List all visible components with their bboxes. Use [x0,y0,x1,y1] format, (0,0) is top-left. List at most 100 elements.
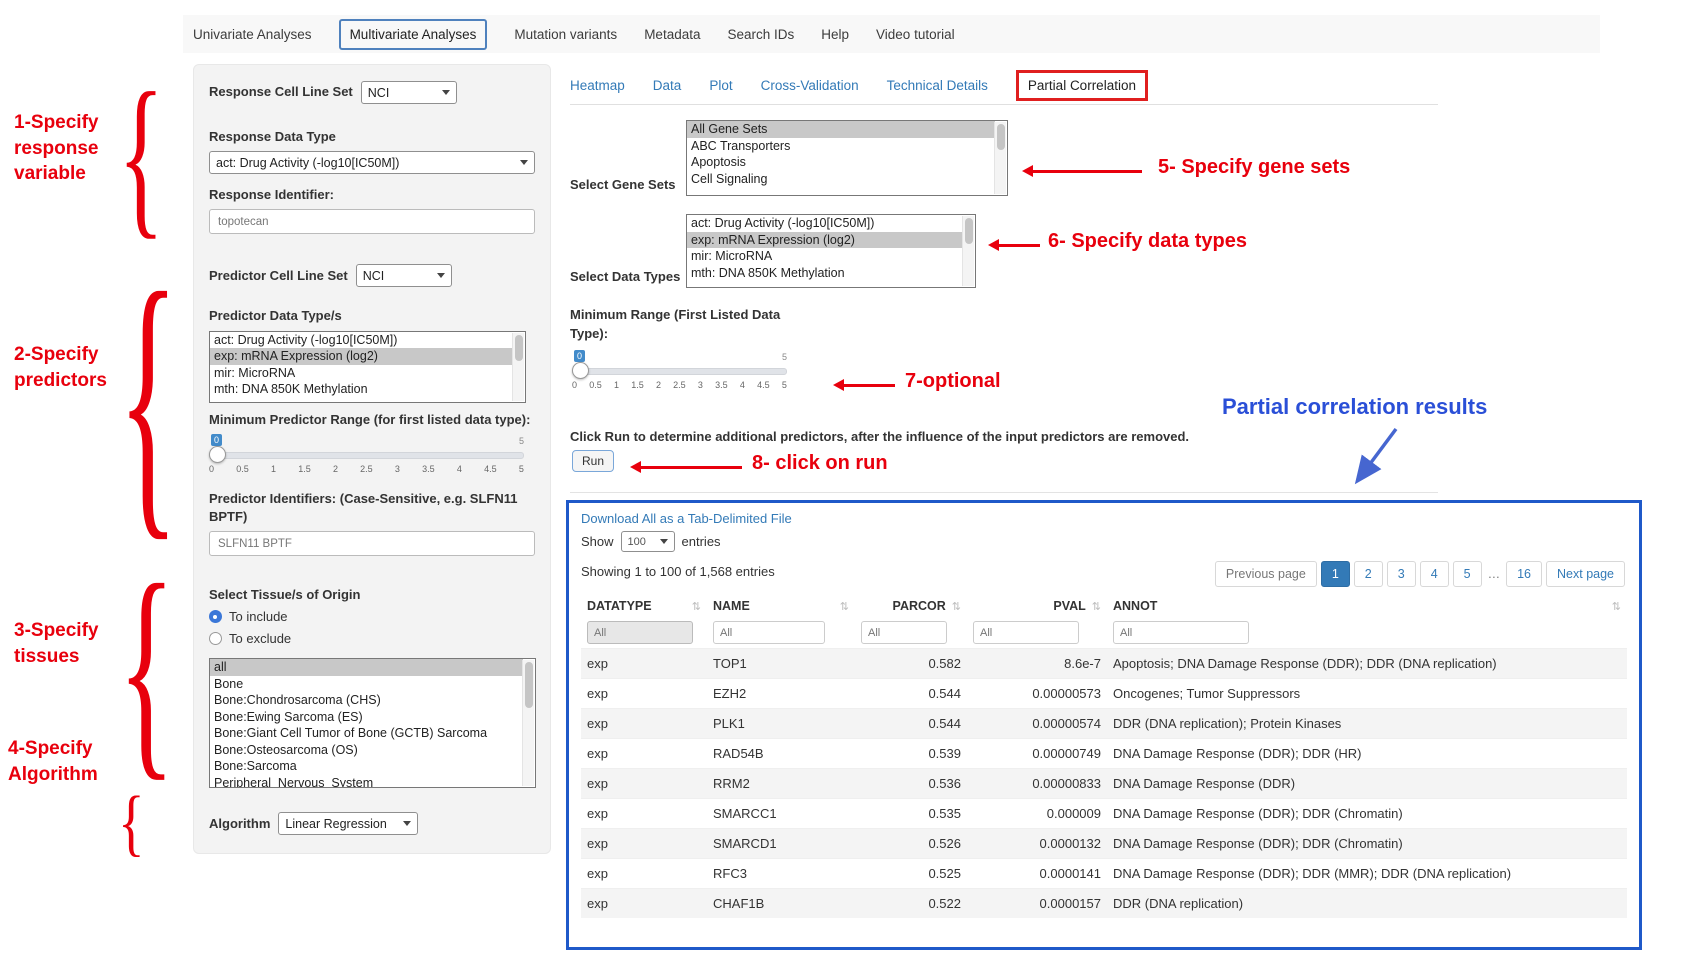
slider-handle[interactable] [572,362,589,379]
pagination-page-1[interactable]: 1 [1321,561,1350,587]
filter-pval-input[interactable] [973,621,1079,644]
analysis-settings-panel: Response Cell Line Set NCI Response Data… [193,64,551,854]
column-header-name[interactable]: NAME⇅ [707,595,855,617]
scrollbar-thumb[interactable] [965,218,973,244]
list-option-selected[interactable]: exp: mRNA Expression (log2) [210,348,513,365]
scrollbar[interactable] [962,216,974,286]
min-range-slider[interactable]: 0 5 0 0.5 1 1.5 2 2.5 3 3.5 4 4.5 5 [572,350,787,396]
predictor-identifiers-input[interactable] [209,531,535,556]
list-option[interactable]: Bone:Sarcoma [210,758,523,775]
tab-partial-correlation[interactable]: Partial Correlation [1016,70,1148,101]
annotation-results-arrow [1338,426,1408,492]
gene-sets-label: Select Gene Sets [570,176,676,195]
cell-datatype: exp [581,829,707,859]
filter-datatype-input[interactable] [587,621,693,644]
cell-datatype: exp [581,799,707,829]
nav-video-tutorial[interactable]: Video tutorial [876,27,955,42]
results-tabs: Heatmap Data Plot Cross-Validation Techn… [570,66,1438,105]
scrollbar[interactable] [512,333,524,401]
cell-pval: 0.00000573 [967,679,1107,709]
list-option[interactable]: Bone [210,676,523,693]
column-header-annot[interactable]: ANNOT⇅ [1107,595,1627,617]
filter-parcor-input[interactable] [861,621,947,644]
list-option[interactable]: mir: MicroRNA [210,365,513,382]
nav-metadata[interactable]: Metadata [644,27,700,42]
annotation-step5-label: 5- Specify gene sets [1158,154,1350,181]
run-button[interactable]: Run [572,450,614,472]
radio-checked-icon [209,610,222,623]
list-option[interactable]: act: Drug Activity (-log10[IC50M]) [210,332,513,349]
nav-mutation-variants[interactable]: Mutation variants [514,27,617,42]
page-size-select[interactable]: 100 [621,531,675,552]
chevron-down-icon [403,821,411,826]
pagination-page-5[interactable]: 5 [1453,561,1482,587]
tab-heatmap[interactable]: Heatmap [570,78,625,93]
pagination-page-16[interactable]: 16 [1506,561,1542,587]
slider-track[interactable] [572,368,787,375]
scrollbar-thumb[interactable] [997,124,1005,150]
list-option[interactable]: Bone:Osteosarcoma (OS) [210,742,523,759]
slider-track[interactable] [209,452,524,459]
response-data-type-select[interactable]: act: Drug Activity (-log10[IC50M]) [209,151,535,174]
list-option-selected[interactable]: all [210,659,523,676]
pagination-previous-button[interactable]: Previous page [1215,561,1317,587]
pagination: Previous page 1 2 3 4 5 … 16 Next page [1215,561,1625,587]
column-header-pval[interactable]: PVAL⇅ [967,595,1107,617]
top-navigation: Univariate Analyses Multivariate Analyse… [183,15,1600,53]
radio-to-include[interactable]: To include [209,609,535,624]
list-option[interactable]: mth: DNA 850K Methylation [687,265,963,282]
slider-max-label: 5 [782,352,787,362]
list-option[interactable]: Bone:Ewing Sarcoma (ES) [210,709,523,726]
response-identifier-input[interactable] [209,209,535,234]
nav-multivariate-analyses[interactable]: Multivariate Analyses [339,19,488,50]
chevron-down-icon [520,160,528,165]
list-option[interactable]: mth: DNA 850K Methylation [210,381,513,398]
filter-annot-input[interactable] [1113,621,1249,644]
pagination-page-4[interactable]: 4 [1420,561,1449,587]
list-option[interactable]: Apoptosis [687,154,995,171]
download-tab-delimited-link[interactable]: Download All as a Tab-Delimited File [581,511,792,526]
tab-plot[interactable]: Plot [709,78,732,93]
tab-technical-details[interactable]: Technical Details [887,78,988,93]
pagination-page-3[interactable]: 3 [1387,561,1416,587]
tab-cross-validation[interactable]: Cross-Validation [761,78,859,93]
cell-datatype: exp [581,859,707,889]
list-option[interactable]: mir: MicroRNA [687,248,963,265]
cell-pval: 0.0000132 [967,829,1107,859]
sort-icon[interactable]: ⇅ [952,600,961,613]
nav-search-ids[interactable]: Search IDs [727,27,794,42]
scrollbar-thumb[interactable] [515,335,523,361]
column-header-datatype[interactable]: DATATYPE⇅ [581,595,707,617]
list-option[interactable]: Bone:Giant Cell Tumor of Bone (GCTB) Sar… [210,725,523,742]
filter-name-input[interactable] [713,621,825,644]
sort-icon[interactable]: ⇅ [1092,600,1101,613]
list-option[interactable]: Bone:Chondrosarcoma (CHS) [210,692,523,709]
scrollbar-thumb[interactable] [525,662,533,708]
scrollbar[interactable] [994,122,1006,194]
radio-to-exclude[interactable]: To exclude [209,631,535,646]
list-option-selected[interactable]: All Gene Sets [687,121,995,138]
sort-icon[interactable]: ⇅ [692,600,701,613]
sort-icon[interactable]: ⇅ [840,600,849,613]
nav-help[interactable]: Help [821,27,849,42]
annotation-results-title: Partial correlation results [1222,394,1487,420]
sort-icon[interactable]: ⇅ [1612,600,1621,613]
list-option[interactable]: Cell Signaling [687,171,995,188]
pagination-next-button[interactable]: Next page [1546,561,1625,587]
list-option-selected[interactable]: exp: mRNA Expression (log2) [687,232,963,249]
list-option[interactable]: Peripheral_Nervous_System [210,775,523,789]
column-header-parcor[interactable]: PARCOR⇅ [855,595,967,617]
pagination-page-2[interactable]: 2 [1354,561,1383,587]
nav-univariate-analyses[interactable]: Univariate Analyses [193,27,312,42]
list-option[interactable]: ABC Transporters [687,138,995,155]
algorithm-select[interactable]: Linear Regression [278,812,418,835]
response-cell-line-set-select[interactable]: NCI [361,81,457,104]
scrollbar[interactable] [522,660,534,786]
cell-parcor: 0.544 [855,679,967,709]
predictor-cell-line-set-select[interactable]: NCI [356,264,452,287]
annotation-step7-label: 7-optional [905,368,1001,395]
min-predictor-range-slider[interactable]: 0 5 0 0.5 1 1.5 2 2.5 3 3.5 4 4.5 5 [209,434,524,480]
slider-handle[interactable] [209,446,226,463]
list-option[interactable]: act: Drug Activity (-log10[IC50M]) [687,215,963,232]
tab-data[interactable]: Data [653,78,682,93]
